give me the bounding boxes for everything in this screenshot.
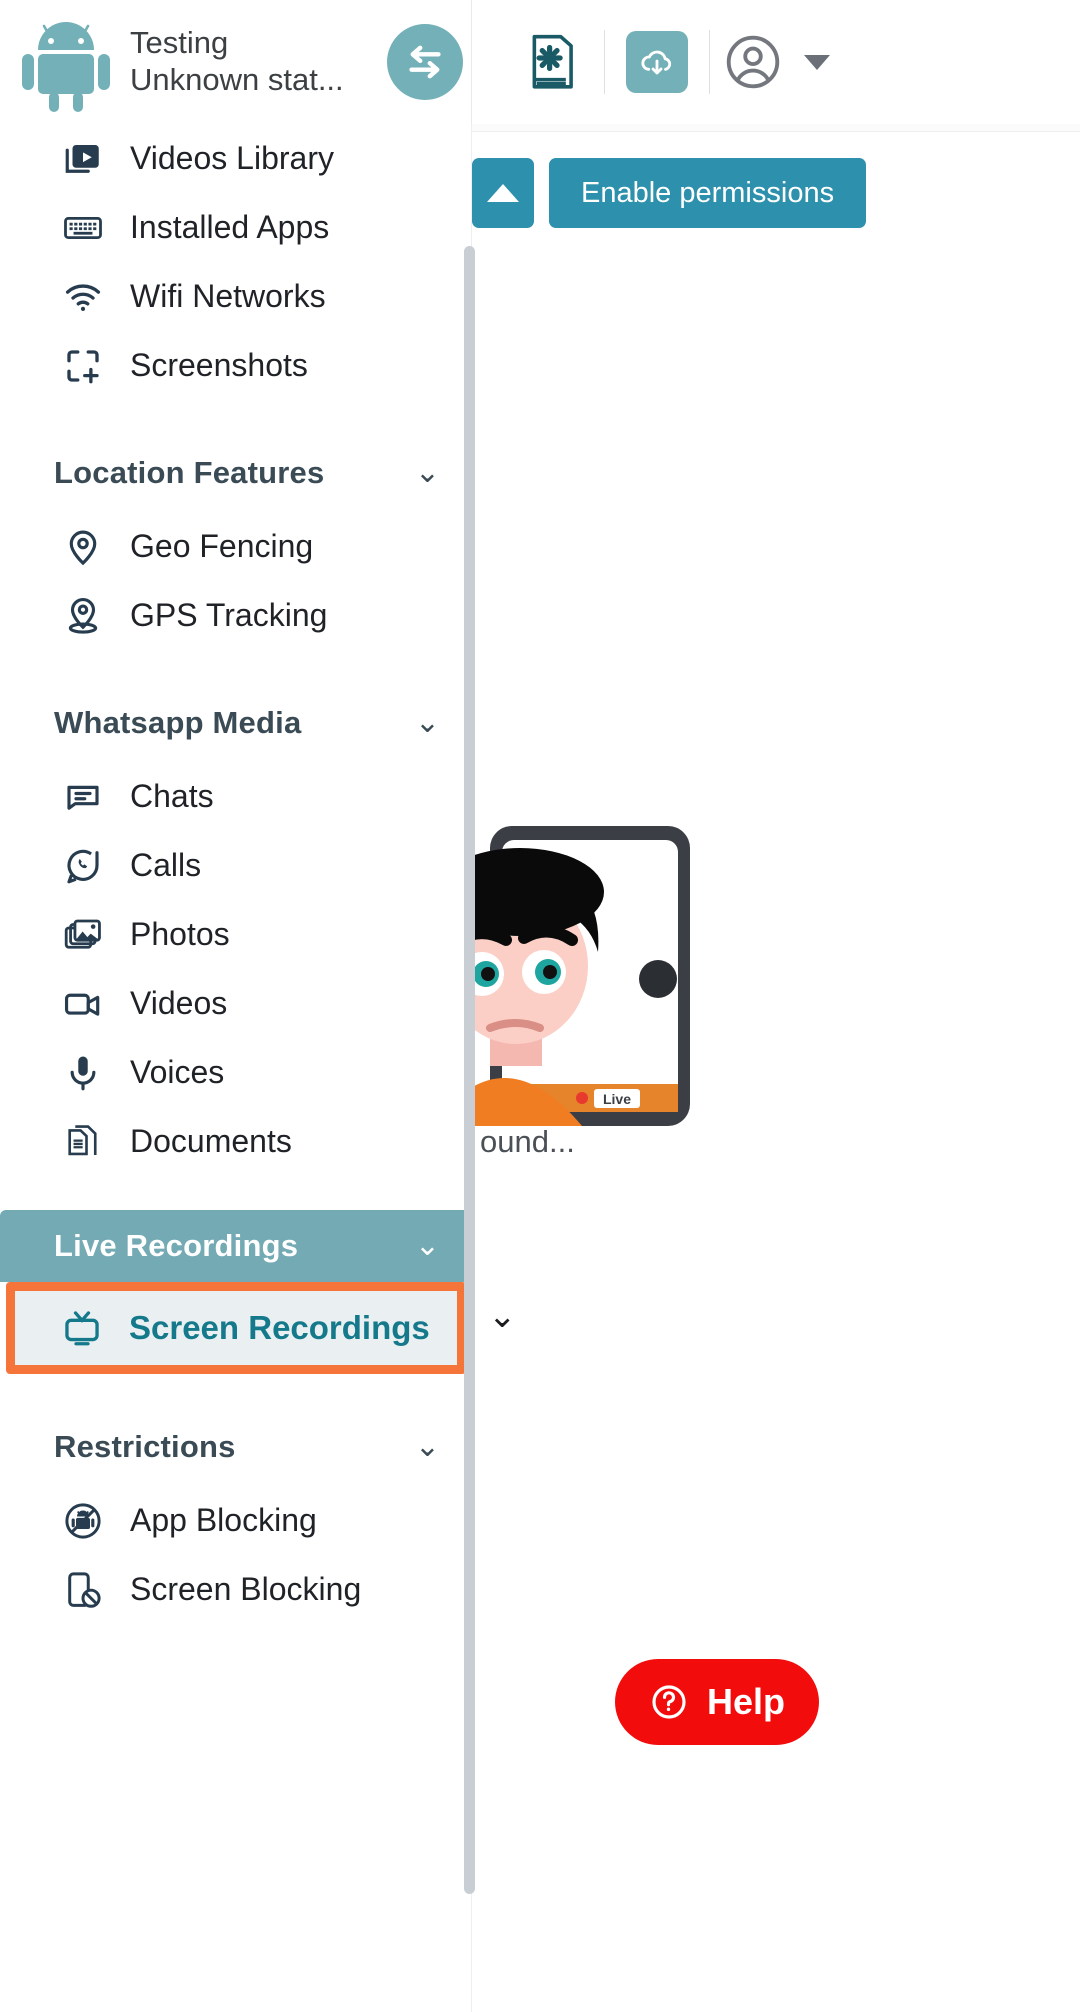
device-name: Testing xyxy=(130,25,229,61)
swap-device-button[interactable] xyxy=(387,24,463,100)
help-button-label: Help xyxy=(707,1681,786,1722)
sidebar-item-app-blocking[interactable]: App Blocking xyxy=(0,1486,471,1555)
chevron-down-icon xyxy=(804,54,830,70)
sidebar-item-wifi-networks[interactable]: Wifi Networks xyxy=(0,262,471,331)
sidebar-navigation: Videos Library Installed Apps Wifi Netwo… xyxy=(0,124,472,2012)
main-content-area: Enable permissions Live ound... ⌄ Help xyxy=(472,124,1080,2012)
sidebar-item-label: Geo Fencing xyxy=(130,528,314,564)
device-status: Unknown stat... xyxy=(130,62,344,97)
sidebar-item-videos[interactable]: Videos xyxy=(0,969,471,1038)
section-title: Live Recordings xyxy=(54,1228,299,1263)
sidebar-item-label: Installed Apps xyxy=(130,209,330,245)
sidebar-section-restrictions[interactable]: Restrictions ⌄ xyxy=(0,1408,471,1486)
content-chevron-down-icon[interactable]: ⌄ xyxy=(488,1299,517,1333)
sidebar-item-screen-recordings[interactable]: Screen Recordings xyxy=(15,1291,457,1365)
sidebar-scrollbar[interactable] xyxy=(464,246,475,1894)
help-button[interactable]: Help xyxy=(615,1659,820,1745)
header-actions xyxy=(472,0,1080,124)
enable-permissions-button[interactable]: Enable permissions xyxy=(549,158,867,228)
device-info: Testing Unknown stat... xyxy=(130,25,381,98)
sidebar-item-label: Videos xyxy=(130,985,228,1021)
triangle-up-icon xyxy=(487,184,519,202)
account-menu[interactable] xyxy=(722,31,830,93)
device-selector[interactable]: Testing Unknown stat... xyxy=(0,0,472,124)
sidebar-item-videos-library[interactable]: Videos Library xyxy=(0,124,471,193)
sidebar-item-chats[interactable]: Chats xyxy=(0,762,471,831)
sidebar-item-label: Wifi Networks xyxy=(130,278,326,314)
download-button[interactable] xyxy=(617,19,697,105)
sidebar-bottom-spacer xyxy=(0,1624,471,1704)
sidebar-item-label: App Blocking xyxy=(130,1502,317,1538)
sidebar-item-gps-tracking[interactable]: GPS Tracking xyxy=(0,581,471,650)
android-robot-icon xyxy=(18,12,114,112)
no-recordings-illustration: Live xyxy=(472,784,732,1134)
screenshot-frame-icon xyxy=(62,345,108,387)
sidebar-scroll-content: Videos Library Installed Apps Wifi Netwo… xyxy=(0,124,471,1704)
empty-state-caption: ound... xyxy=(480,1124,575,1159)
sidebar-item-screenshots[interactable]: Screenshots xyxy=(0,331,471,400)
cloud-download-icon xyxy=(626,31,688,93)
sidebar-item-label: Chats xyxy=(130,778,214,814)
sidebar-item-geo-fencing[interactable]: Geo Fencing xyxy=(0,512,471,581)
header-divider xyxy=(709,30,710,94)
sidebar-item-label: Screen Recordings xyxy=(129,1309,430,1346)
section-title: Whatsapp Media xyxy=(54,705,302,740)
swap-arrows-icon xyxy=(402,39,448,85)
book-gear-icon xyxy=(523,31,581,93)
sidebar-item-label: Videos Library xyxy=(130,140,334,176)
whatsapp-call-icon xyxy=(62,845,108,887)
content-top-divider xyxy=(472,124,1080,132)
section-title: Restrictions xyxy=(54,1429,236,1464)
sidebar-item-label: Screenshots xyxy=(130,347,308,383)
question-circle-icon xyxy=(649,1682,689,1722)
svg-text:Live: Live xyxy=(603,1091,631,1107)
sidebar-item-label: Calls xyxy=(130,847,202,883)
chevron-down-icon: ⌄ xyxy=(414,456,440,489)
map-pin-icon xyxy=(62,526,108,568)
tv-icon xyxy=(61,1307,107,1349)
account-circle-icon xyxy=(722,31,784,93)
sidebar-item-installed-apps[interactable]: Installed Apps xyxy=(0,193,471,262)
video-camera-icon xyxy=(62,983,108,1025)
sidebar-item-documents[interactable]: Documents xyxy=(0,1107,471,1176)
wifi-icon xyxy=(62,276,108,318)
sidebar-item-label: GPS Tracking xyxy=(130,597,328,633)
section-title: Location Features xyxy=(54,455,325,490)
sidebar-section-location-features[interactable]: Location Features ⌄ xyxy=(0,434,471,512)
chevron-down-icon: ⌄ xyxy=(414,1430,440,1463)
app-block-icon xyxy=(62,1500,108,1542)
app-header: Testing Unknown stat... xyxy=(0,0,1080,124)
sidebar-item-label: Documents xyxy=(130,1123,292,1159)
app-root: Enable permissions Live ound... ⌄ Help V… xyxy=(0,0,1080,2012)
chevron-down-icon: ⌄ xyxy=(414,706,440,739)
sidebar-section-live-recordings[interactable]: Live Recordings ⌄ xyxy=(0,1210,471,1282)
guide-book-button[interactable] xyxy=(512,19,592,105)
collapse-panel-button[interactable] xyxy=(472,158,534,228)
microphone-icon xyxy=(62,1052,108,1094)
sidebar-item-calls[interactable]: Calls xyxy=(0,831,471,900)
screen-block-icon xyxy=(62,1569,108,1611)
photos-icon xyxy=(62,914,108,956)
keyboard-icon xyxy=(62,207,108,249)
highlight-annotation-box: Screen Recordings xyxy=(6,1282,466,1374)
sidebar-item-photos[interactable]: Photos xyxy=(0,900,471,969)
sidebar-section-whatsapp-media[interactable]: Whatsapp Media ⌄ xyxy=(0,684,471,762)
sidebar-item-screen-blocking[interactable]: Screen Blocking xyxy=(0,1555,471,1624)
header-divider xyxy=(604,30,605,94)
chat-box-icon xyxy=(62,776,108,818)
sidebar-item-label: Photos xyxy=(130,916,230,952)
documents-icon xyxy=(62,1121,108,1163)
video-library-icon xyxy=(62,138,108,180)
sidebar-item-label: Voices xyxy=(130,1054,225,1090)
chevron-down-icon: ⌄ xyxy=(414,1229,440,1262)
sidebar-item-voices[interactable]: Voices xyxy=(0,1038,471,1107)
gps-pin-icon xyxy=(62,595,108,637)
sidebar-item-label: Screen Blocking xyxy=(130,1571,362,1607)
